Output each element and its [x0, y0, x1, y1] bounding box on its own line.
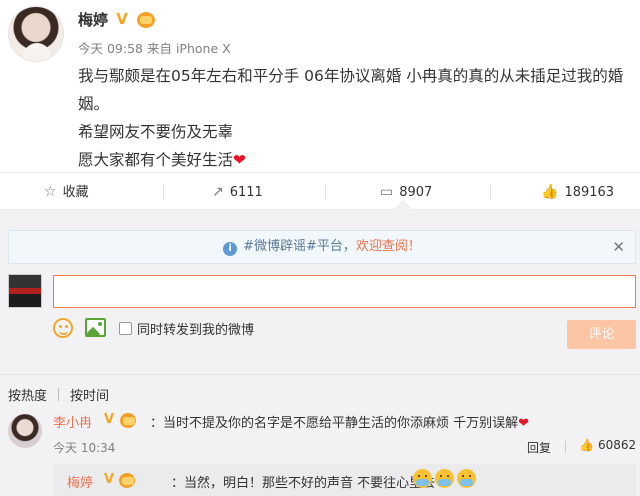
author-name[interactable]: 梅婷: [78, 9, 108, 30]
vip-crown-icon: [137, 12, 155, 28]
heart-emoji-icon: ❤: [518, 416, 530, 431]
like-button[interactable]: 👍 189163: [541, 173, 614, 211]
vip-crown-icon: [119, 473, 135, 488]
mask-emoji-icon: [413, 469, 432, 488]
comment-author-avatar[interactable]: [8, 414, 42, 448]
post-time[interactable]: 今天 09:58: [78, 41, 143, 56]
submit-comment-button[interactable]: 评论: [567, 320, 636, 349]
post-source: 来自 iPhone X: [146, 41, 231, 56]
author-avatar[interactable]: [8, 6, 64, 62]
weibo-post: 梅婷 V 今天 09:58 来自 iPhone X 我与鄢颇是在05年左右和平分…: [0, 0, 640, 172]
sub-reply: 梅婷 V ：当然，明白！那些不好的声音 不要往心里去: [53, 464, 636, 496]
post-line-1: 我与鄢颇是在05年左右和平分手 06年协议离婚 小冉真的真的从未插足过我的婚姻。: [78, 67, 624, 113]
verified-v-icon: V: [103, 472, 115, 487]
heart-emoji-icon: ❤: [233, 151, 247, 169]
comment-author-name[interactable]: 李小冉: [53, 412, 92, 431]
post-meta: 今天 09:58 来自 iPhone X: [78, 38, 231, 57]
mask-emoji-icon: [435, 469, 454, 488]
repost-button[interactable]: ↗ 6111: [212, 173, 263, 211]
comment-time: 今天 10:34: [53, 441, 116, 455]
comment-text: ：当时不提及你的名字是不愿给平静生活的你添麻烦 千万别误解❤: [150, 416, 530, 431]
post-line-2: 希望网友不要伤及无辜: [78, 123, 234, 141]
verified-v-icon: V: [103, 412, 115, 427]
share-icon: ↗: [212, 184, 224, 200]
comment-sort-bar: 按热度 按时间: [0, 374, 640, 410]
rumor-notice-banner: i #微博辟谣#平台，欢迎查阅！ ✕: [8, 230, 636, 264]
star-icon: ☆: [44, 184, 57, 200]
notice-hashtag[interactable]: #微博辟谣#平台，: [243, 239, 356, 254]
mask-emoji-icon: [457, 469, 476, 488]
comment-like-button[interactable]: 👍 60862: [579, 438, 636, 452]
notice-link[interactable]: 欢迎查阅！: [356, 239, 421, 254]
image-upload-icon[interactable]: [85, 318, 106, 337]
vip-crown-icon: [120, 413, 136, 428]
info-icon: i: [223, 242, 238, 256]
comment-input[interactable]: [53, 275, 636, 308]
comment-icon: ▭: [380, 184, 394, 200]
sort-by-time-tab[interactable]: 按时间: [70, 385, 109, 404]
current-user-avatar: [8, 274, 42, 308]
reply-button[interactable]: 回复: [527, 439, 551, 456]
thumbs-up-icon: 👍: [541, 184, 559, 200]
sub-reply-author[interactable]: 梅婷: [67, 472, 93, 491]
favorite-button[interactable]: ☆ 收藏: [44, 173, 89, 211]
post-text: 我与鄢颇是在05年左右和平分手 06年协议离婚 小冉真的真的从未插足过我的婚姻。…: [78, 62, 634, 174]
action-bar: ☆ 收藏 ↗ 6111 ▭ 8907 👍 189163: [0, 172, 640, 210]
emoji-picker-icon[interactable]: [53, 318, 73, 338]
verified-v-icon: V: [116, 10, 128, 28]
sub-reply-text: ：当然，明白！那些不好的声音 不要往心里去: [171, 476, 436, 491]
sort-by-hot-tab[interactable]: 按热度: [8, 385, 47, 404]
thumbs-up-icon: 👍: [579, 438, 594, 452]
repost-checkbox-label: 同时转发到我的微博: [137, 323, 255, 338]
repost-checkbox[interactable]: [119, 322, 132, 335]
post-line-3: 愿大家都有个美好生活❤: [78, 151, 247, 169]
close-icon[interactable]: ✕: [612, 231, 625, 263]
